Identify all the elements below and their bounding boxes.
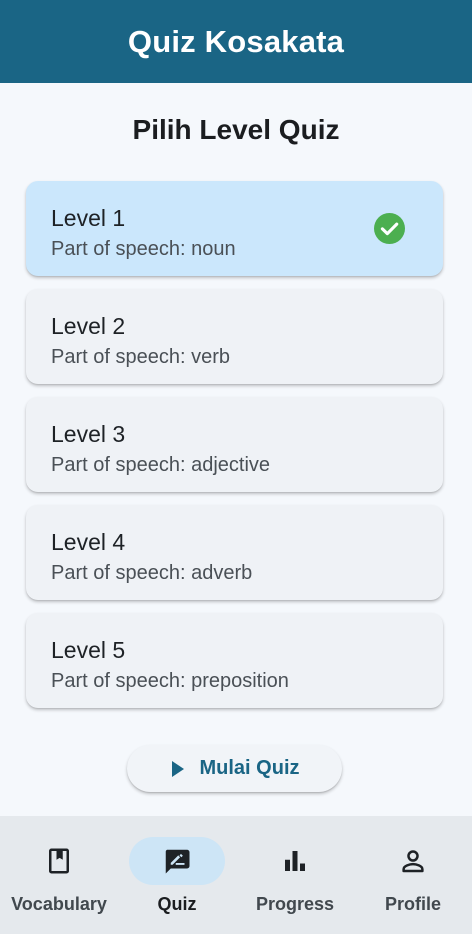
level-name: Level 3: [51, 421, 126, 447]
person-icon: [402, 850, 424, 873]
start-quiz-label: Mulai Quiz: [199, 757, 300, 779]
nav-item-progress[interactable]: Progress: [236, 816, 354, 934]
level-card-1[interactable]: Level 1 Part of speech: noun: [26, 181, 443, 276]
nav-label: Vocabulary: [11, 894, 107, 914]
quiz-edit-icon: [165, 849, 190, 874]
nav-item-vocabulary[interactable]: Vocabulary: [0, 816, 118, 934]
level-card-4[interactable]: Level 4 Part of speech: adverb: [26, 505, 443, 600]
level-subtitle: Part of speech: adverb: [51, 562, 253, 584]
level-subtitle: Part of speech: verb: [51, 346, 230, 368]
level-card-3[interactable]: Level 3 Part of speech: adjective: [26, 397, 443, 492]
nav-item-profile[interactable]: Profile: [354, 816, 472, 934]
start-quiz-button[interactable]: Mulai Quiz: [127, 745, 342, 792]
check-circle-icon: [374, 213, 405, 244]
nav-label: Profile: [384, 894, 441, 914]
level-name: Level 1: [51, 205, 126, 231]
bottom-navigation: Vocabulary Quiz Progress Profile: [0, 816, 472, 934]
level-subtitle: Part of speech: preposition: [51, 670, 289, 692]
level-card-5[interactable]: Level 5 Part of speech: preposition: [26, 613, 443, 708]
nav-label: Progress: [255, 894, 335, 914]
app-bar: Quiz Kosakata: [0, 0, 472, 83]
play-icon: [171, 760, 184, 777]
level-name: Level 2: [51, 313, 126, 339]
level-card-2[interactable]: Level 2 Part of speech: verb: [26, 289, 443, 384]
level-subtitle: Part of speech: noun: [51, 238, 236, 260]
bar-chart-icon: [285, 851, 305, 871]
level-list: Level 1 Part of speech: noun Level 2 Par…: [26, 181, 443, 721]
level-name: Level 4: [51, 529, 126, 555]
level-subtitle: Part of speech: adjective: [51, 454, 271, 476]
nav-label: Quiz: [157, 894, 197, 914]
book-icon: [49, 848, 69, 874]
section-title: Pilih Level Quiz: [132, 114, 340, 145]
level-name: Level 5: [51, 637, 126, 663]
nav-item-quiz[interactable]: Quiz: [118, 816, 236, 934]
app-title: Quiz Kosakata: [127, 23, 345, 59]
